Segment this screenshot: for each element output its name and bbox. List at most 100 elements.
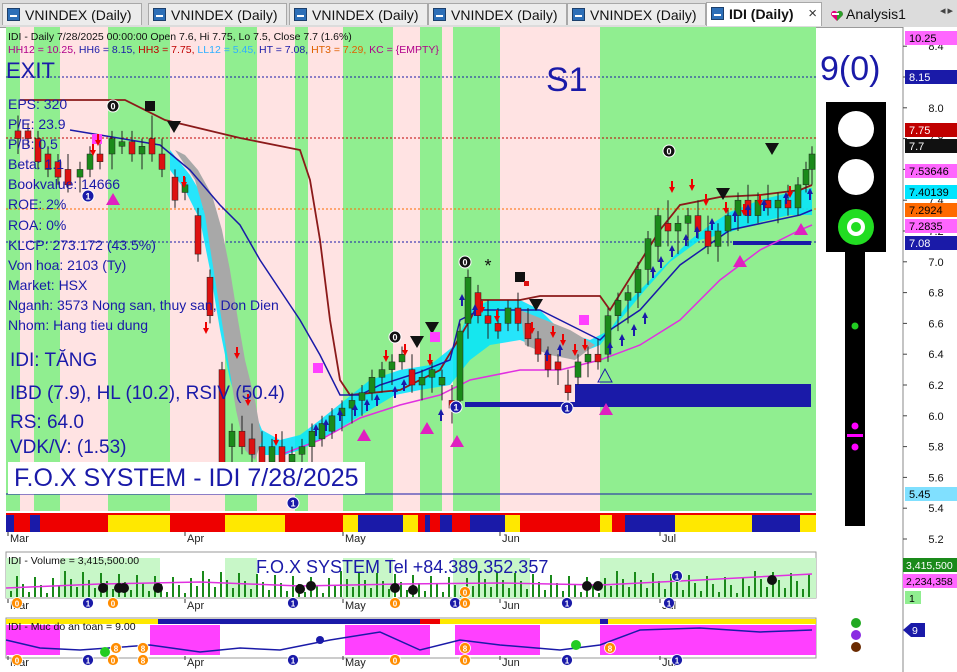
volume-bar	[484, 579, 486, 597]
volume-count-label: 1	[909, 593, 915, 605]
safety-zone	[345, 625, 430, 655]
price-tick-label: 6.0	[928, 411, 943, 423]
close-icon[interactable]: ×	[808, 3, 817, 25]
candle-body	[724, 215, 732, 232]
mini-signal-label: 0	[111, 600, 116, 609]
price-label: 7.53646	[909, 166, 949, 178]
mini-signal-label: 0	[463, 657, 468, 666]
tab-vnindex-1[interactable]: VNINDEX (Daily)	[2, 3, 142, 25]
volume-bar	[334, 586, 336, 597]
volume-dot-icon	[390, 583, 400, 593]
mini-signal-label: 1	[667, 600, 672, 609]
tab-idi[interactable]: IDI (Daily) ×	[706, 2, 822, 26]
volume-bar	[364, 580, 366, 597]
volume-bar	[10, 591, 12, 597]
volume-dot-icon	[582, 581, 592, 591]
safety-dot-icon	[100, 647, 110, 657]
candle-body	[654, 215, 662, 247]
volume-bar	[658, 581, 660, 597]
signal-bar-segment	[800, 514, 816, 532]
candle-body	[248, 438, 256, 455]
safety-top-strip	[420, 619, 440, 624]
exit-signal: EXIT	[6, 58, 55, 83]
zero-signal-icon-label: 0	[462, 258, 467, 268]
volume-bar	[328, 578, 330, 597]
volume-bar	[202, 571, 204, 597]
candle-body	[328, 415, 336, 432]
mini-signal-label: 1	[565, 600, 570, 609]
mini-signal-label: 0	[15, 657, 20, 666]
volume-bar	[178, 585, 180, 597]
volume-bar	[352, 587, 354, 597]
candle-body	[268, 446, 276, 463]
candle-body	[238, 430, 246, 447]
tab-analysis[interactable]: Analysis1	[826, 3, 936, 25]
tab-scroll-arrows[interactable]: ◂▸	[940, 4, 955, 17]
candle-body	[714, 230, 722, 247]
volume-bar	[136, 575, 138, 597]
volume-dot-icon	[306, 581, 316, 591]
candle-body	[408, 369, 416, 386]
magenta-square-icon	[430, 332, 440, 342]
tab-vnindex-2[interactable]: VNINDEX (Daily)	[148, 3, 287, 25]
volume-title: IDI - Volume = 3,415,500.00	[8, 555, 139, 567]
square-icon	[515, 272, 525, 282]
volume-bar	[712, 584, 714, 597]
volume-bar	[718, 592, 720, 597]
volume-bar	[46, 593, 48, 597]
heart-icon	[830, 7, 844, 21]
volume-bar	[316, 585, 318, 597]
price-tick-label: 5.8	[928, 442, 943, 454]
volume-bar	[94, 588, 96, 597]
signal-bar-segment	[14, 514, 30, 532]
tab-vnindex-4[interactable]: VNINDEX (Daily)	[428, 3, 567, 25]
volume-bar	[322, 593, 324, 597]
volume-bar	[544, 590, 546, 597]
signal-bar-segment	[358, 514, 403, 532]
month-label: Apr	[187, 600, 204, 612]
header-part: KC = {EMPTY}	[369, 44, 439, 56]
volume-bar	[16, 576, 18, 597]
volume-bar	[436, 584, 438, 597]
counter-signal: 9(0)	[820, 50, 880, 88]
volume-dot-icon	[98, 583, 108, 593]
star-icon: *	[484, 256, 491, 276]
volume-bar	[808, 574, 810, 597]
candle-body	[504, 307, 512, 324]
mini-signal-label: 8	[141, 657, 146, 666]
candle-body	[794, 184, 802, 209]
candle-body	[368, 377, 376, 393]
one-signal-icon-label: 1	[564, 404, 569, 414]
candle-body	[464, 276, 472, 324]
one-signal-icon-label: 1	[453, 403, 458, 413]
candle-body	[624, 292, 632, 301]
magenta-square-icon	[579, 315, 589, 325]
volume-bar	[730, 585, 732, 597]
light-top	[838, 111, 874, 147]
month-label: Apr	[187, 657, 204, 669]
volume-bar	[346, 579, 348, 597]
chart-icon	[572, 8, 585, 21]
tab-bar: VNINDEX (Daily) VNINDEX (Daily) VNINDEX …	[0, 0, 957, 28]
mini-signal-label: 1	[291, 657, 296, 666]
signal-bar-segment	[343, 514, 358, 532]
tab-label: VNINDEX (Daily)	[25, 7, 132, 23]
safety-dot-icon	[316, 636, 324, 644]
candle-body	[398, 353, 406, 363]
tab-vnindex-3[interactable]: VNINDEX (Daily)	[289, 3, 428, 25]
s1-signal: S1	[546, 61, 588, 99]
volume-dot-icon	[119, 583, 129, 593]
volume-bar	[268, 590, 270, 597]
price-label: 5.45	[909, 489, 930, 501]
tab-vnindex-5[interactable]: VNINDEX (Daily)	[567, 3, 706, 25]
volume-dot-icon	[767, 575, 777, 585]
volume-bar	[754, 571, 756, 597]
info-nhom: Nhom: Hang tieu dung	[8, 317, 149, 334]
volume-dot-icon	[295, 584, 305, 594]
support-block	[575, 384, 811, 402]
safety-value-label: 9	[912, 625, 918, 637]
candle-body	[554, 361, 562, 370]
volume-bar	[760, 579, 762, 597]
chart-icon	[7, 8, 20, 21]
signal-bar-segment	[470, 514, 505, 532]
